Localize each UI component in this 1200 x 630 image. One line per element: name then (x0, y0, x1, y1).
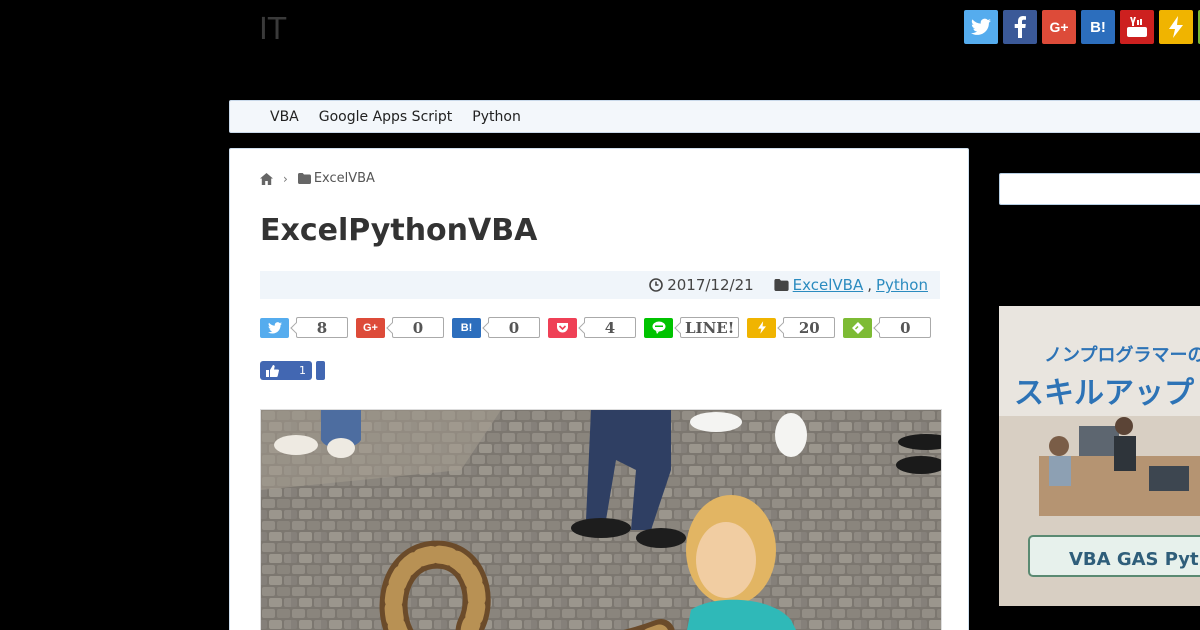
sidebar-search-input[interactable] (999, 173, 1200, 205)
featured-image (260, 409, 942, 630)
youtube-follow-button[interactable] (1120, 10, 1154, 44)
site-title[interactable]: IT (259, 12, 286, 47)
feedly-follow-button[interactable] (1159, 10, 1193, 44)
line-icon (644, 317, 673, 338)
ad-banner[interactable]: ノンプログラマーの スキルアップ VBA GAS Pytho (999, 306, 1200, 606)
category-link-excelvba[interactable]: ExcelVBA (793, 276, 864, 294)
chevron-right-icon: › (283, 171, 288, 186)
nav-item-vba[interactable]: VBA (270, 109, 299, 125)
share-line[interactable]: LINE! (644, 317, 740, 338)
twitter-share-count: 8 (296, 317, 348, 338)
lightning-icon (1169, 16, 1183, 38)
folder-icon (774, 279, 789, 291)
facebook-follow-button[interactable] (1003, 10, 1037, 44)
pocket-icon (548, 317, 577, 338)
home-icon[interactable] (260, 172, 273, 185)
clock-icon (649, 278, 664, 292)
nav-item-python[interactable]: Python (472, 109, 521, 125)
share-feedly[interactable]: 20 (747, 317, 836, 338)
twitter-icon (971, 18, 991, 35)
pocket-share-count: 4 (584, 317, 636, 338)
facebook-like-button[interactable]: 1 (260, 361, 312, 380)
share-pocket[interactable]: 4 (548, 317, 636, 338)
line-share-label: LINE! (680, 317, 740, 338)
google-plus-icon: G+ (356, 317, 385, 338)
thumbs-up-icon (266, 364, 279, 377)
feedly-share-count: 20 (783, 317, 836, 338)
article-container: › ExcelVBA ExcelPythonVBA 2017/12/21 Exc… (229, 148, 969, 630)
category-separator: , (867, 276, 872, 294)
post-date: 2017/12/21 (667, 276, 754, 294)
twitter-follow-button[interactable] (964, 10, 998, 44)
hatena-icon: B! (1090, 18, 1106, 36)
hatena-icon: B! (452, 317, 481, 338)
youtube-icon (1127, 17, 1147, 37)
facebook-icon (1014, 16, 1026, 38)
ad-footer: VBA GAS Pytho (1069, 549, 1200, 570)
social-follow-bar: G+ B! (964, 10, 1200, 44)
main-nav: VBA Google Apps Script Python (229, 100, 1200, 133)
facebook-like: 1 (260, 361, 325, 380)
category-link-python[interactable]: Python (876, 276, 928, 294)
hatena-share-count: 0 (488, 317, 540, 338)
google-plus-share-count: 0 (392, 317, 444, 338)
ad-headline: ノンプログラマーの (1044, 344, 1200, 366)
google-plus-follow-button[interactable]: G+ (1042, 10, 1076, 44)
hatena-follow-button[interactable]: B! (1081, 10, 1115, 44)
google-plus-icon: G+ (1049, 19, 1069, 35)
twitter-icon (260, 317, 289, 338)
share-evernote[interactable]: 0 (843, 317, 932, 338)
feed-icon (843, 317, 873, 338)
folder-icon (297, 173, 311, 184)
like-count: 1 (299, 364, 306, 377)
breadcrumb-category[interactable]: ExcelVBA (314, 171, 375, 186)
post-meta: 2017/12/21 ExcelVBA , Python (260, 271, 940, 299)
share-hatena[interactable]: B! 0 (452, 317, 540, 338)
lightning-icon (747, 317, 777, 338)
share-buttons: 8 G+ 0 B! 0 4 LINE! 20 0 (260, 317, 939, 338)
breadcrumb: › ExcelVBA (260, 171, 375, 186)
nav-item-google-apps-script[interactable]: Google Apps Script (319, 109, 453, 125)
post-title: ExcelPythonVBA (260, 213, 538, 248)
ad-subhead: スキルアップ (1014, 376, 1195, 411)
facebook-share-mini[interactable] (316, 361, 325, 380)
share-google-plus[interactable]: G+ 0 (356, 317, 444, 338)
evernote-share-count: 0 (879, 317, 932, 338)
share-twitter[interactable]: 8 (260, 317, 348, 338)
